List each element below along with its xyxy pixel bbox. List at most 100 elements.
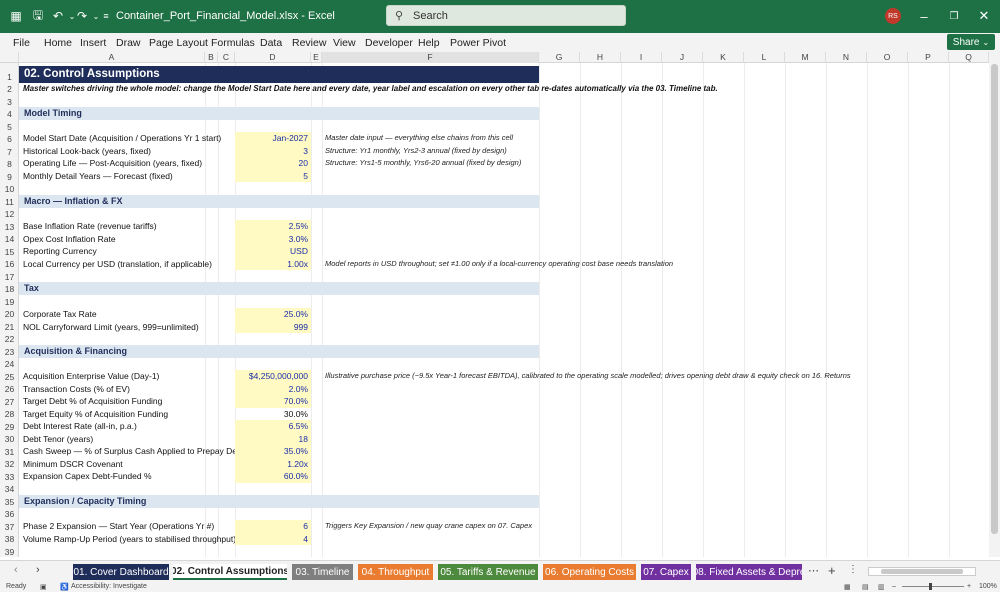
input-cell[interactable]: 25.0% [235, 308, 311, 321]
page-layout-icon[interactable]: ▤ [862, 583, 869, 591]
menu-view[interactable]: View [333, 37, 356, 49]
column-header[interactable]: D [235, 52, 311, 63]
row-header[interactable]: 33 [0, 471, 19, 484]
row-header[interactable]: 4 [0, 108, 19, 121]
input-cell[interactable]: 6.5% [235, 420, 311, 433]
input-cell[interactable]: 35.0% [235, 445, 311, 458]
row-header[interactable]: 12 [0, 208, 19, 221]
row-header[interactable]: 16 [0, 258, 19, 271]
tab-throughput[interactable]: 04. Throughput [358, 564, 433, 580]
column-header[interactable]: I [621, 52, 662, 63]
input-cell[interactable]: Jan-2027 [235, 132, 311, 145]
row-header[interactable]: 5 [0, 121, 19, 134]
section-header[interactable]: Expansion / Capacity Timing [19, 495, 539, 508]
row-header[interactable]: 26 [0, 383, 19, 396]
close-icon[interactable]: ✕ [972, 6, 996, 26]
table-row[interactable]: Historical Look-back (years, fixed) 3 Stru… [19, 144, 989, 157]
column-header[interactable]: A [19, 52, 205, 63]
row-header[interactable]: 28 [0, 408, 19, 421]
menu-draw[interactable]: Draw [116, 37, 141, 49]
table-row[interactable]: Minimum DSCR Covenant 1.20x [19, 457, 989, 470]
menu-home[interactable]: Home [44, 37, 72, 49]
table-row[interactable]: Volume Ramp-Up Period (years to stabilis… [19, 532, 989, 545]
section-header[interactable]: Acquisition & Financing [19, 345, 539, 358]
table-row[interactable]: Cash Sweep — % of Surplus Cash Applied t… [19, 445, 989, 458]
table-row[interactable]: Debt Tenor (years) 18 [19, 432, 989, 445]
chevron-left-icon[interactable]: ‹ [14, 564, 18, 576]
column-header[interactable]: F [322, 52, 539, 63]
more-tabs-icon[interactable]: ⋯ [808, 564, 819, 577]
menu-review[interactable]: Review [292, 37, 326, 49]
column-header[interactable]: L [744, 52, 785, 63]
row-header[interactable]: 24 [0, 358, 19, 371]
section-header[interactable]: Macro — Inflation & FX [19, 195, 539, 208]
row-header[interactable]: 10 [0, 183, 19, 196]
input-cell[interactable]: 20 [235, 157, 311, 170]
search-box[interactable]: ⚲ Search [386, 5, 626, 26]
section-header[interactable]: Tax [19, 282, 539, 295]
accessibility-icon[interactable]: ♿ [60, 583, 69, 591]
row-header[interactable]: 3 [0, 96, 19, 109]
menu-page-layout[interactable]: Page Layout [149, 37, 208, 49]
table-row[interactable]: Base Inflation Rate (revenue tariffs) 2.5… [19, 220, 989, 233]
tab-operating-costs[interactable]: 06. Operating Costs [543, 564, 636, 580]
column-header[interactable]: J [662, 52, 703, 63]
row-header[interactable]: 7 [0, 146, 19, 159]
row-header[interactable]: 14 [0, 233, 19, 246]
column-header[interactable]: Q [949, 52, 989, 63]
menu-power-pivot[interactable]: Power Pivot [450, 37, 506, 49]
column-header[interactable]: H [580, 52, 621, 63]
calc-cell[interactable]: 30.0% [235, 408, 311, 421]
accessibility-status[interactable]: Accessibility: Investigate [71, 583, 147, 590]
avatar[interactable]: RS [885, 8, 901, 24]
row-header[interactable]: 20 [0, 308, 19, 321]
tab-fixed-assets[interactable]: 08. Fixed Assets & Depre [696, 564, 802, 580]
share-button[interactable]: Share ⌄ [947, 34, 995, 50]
row-header[interactable]: 32 [0, 458, 19, 471]
table-row[interactable]: Operating Life — Post-Acquisition (years… [19, 157, 989, 170]
table-row[interactable]: Acquisition Enterprise Value (Day-1) $4,2… [19, 370, 989, 383]
table-row[interactable]: Model Start Date (Acquisition / Operatio… [19, 132, 989, 145]
tab-timeline[interactable]: 03. Timeline [292, 564, 353, 580]
zoom-slider[interactable] [902, 586, 964, 587]
restore-icon[interactable]: ❐ [942, 6, 966, 26]
row-header[interactable]: 11 [0, 196, 19, 209]
input-cell[interactable]: 2.0% [235, 382, 311, 395]
add-sheet-icon[interactable]: + [828, 563, 836, 578]
row-header[interactable]: 39 [0, 546, 19, 559]
column-header[interactable]: K [703, 52, 744, 63]
table-row[interactable]: Local Currency per USD (translation, if … [19, 257, 989, 270]
customize-toolbar-icon[interactable]: ≡ [98, 8, 114, 24]
save-icon[interactable]: 🖫 [30, 8, 46, 24]
row-header[interactable]: 17 [0, 271, 19, 284]
row-header[interactable]: 9 [0, 171, 19, 184]
row-header[interactable]: 15 [0, 246, 19, 259]
normal-view-icon[interactable]: ▦ [844, 583, 851, 591]
row-header[interactable]: 2 [0, 83, 19, 96]
row-header[interactable]: 23 [0, 346, 19, 359]
row-header[interactable]: 38 [0, 533, 19, 546]
input-cell[interactable]: $4,250,000,000 [235, 370, 311, 383]
select-all-corner[interactable] [0, 52, 19, 63]
table-row[interactable]: Reporting Currency USD [19, 245, 989, 258]
page-break-icon[interactable]: ▥ [878, 583, 885, 591]
row-header[interactable]: 21 [0, 321, 19, 334]
table-row[interactable]: Target Debt % of Acquisition Funding 70.0… [19, 395, 989, 408]
input-cell[interactable]: 6 [235, 520, 311, 533]
input-cell[interactable]: 5 [235, 169, 311, 182]
table-row[interactable]: NOL Carryforward Limit (years, 999=unlim… [19, 320, 989, 333]
vertical-scrollbar[interactable] [989, 52, 1000, 557]
row-header[interactable]: 19 [0, 296, 19, 309]
table-row[interactable]: Opex Cost Inflation Rate 3.0% [19, 232, 989, 245]
input-cell[interactable]: 2.5% [235, 220, 311, 233]
section-header[interactable]: Model Timing [19, 107, 539, 120]
row-header[interactable]: 29 [0, 421, 19, 434]
input-cell[interactable]: 999 [235, 320, 311, 333]
tab-control-assumptions[interactable]: 02. Control Assumptions [173, 564, 287, 580]
row-header[interactable]: 8 [0, 158, 19, 171]
input-cell[interactable]: 3 [235, 144, 311, 157]
tab-options-icon[interactable]: ⋮ [848, 564, 858, 575]
table-row[interactable]: Monthly Detail Years — Forecast (fixed) 5 [19, 169, 989, 182]
column-header[interactable]: G [539, 52, 580, 63]
scrollbar-thumb[interactable] [991, 64, 998, 534]
